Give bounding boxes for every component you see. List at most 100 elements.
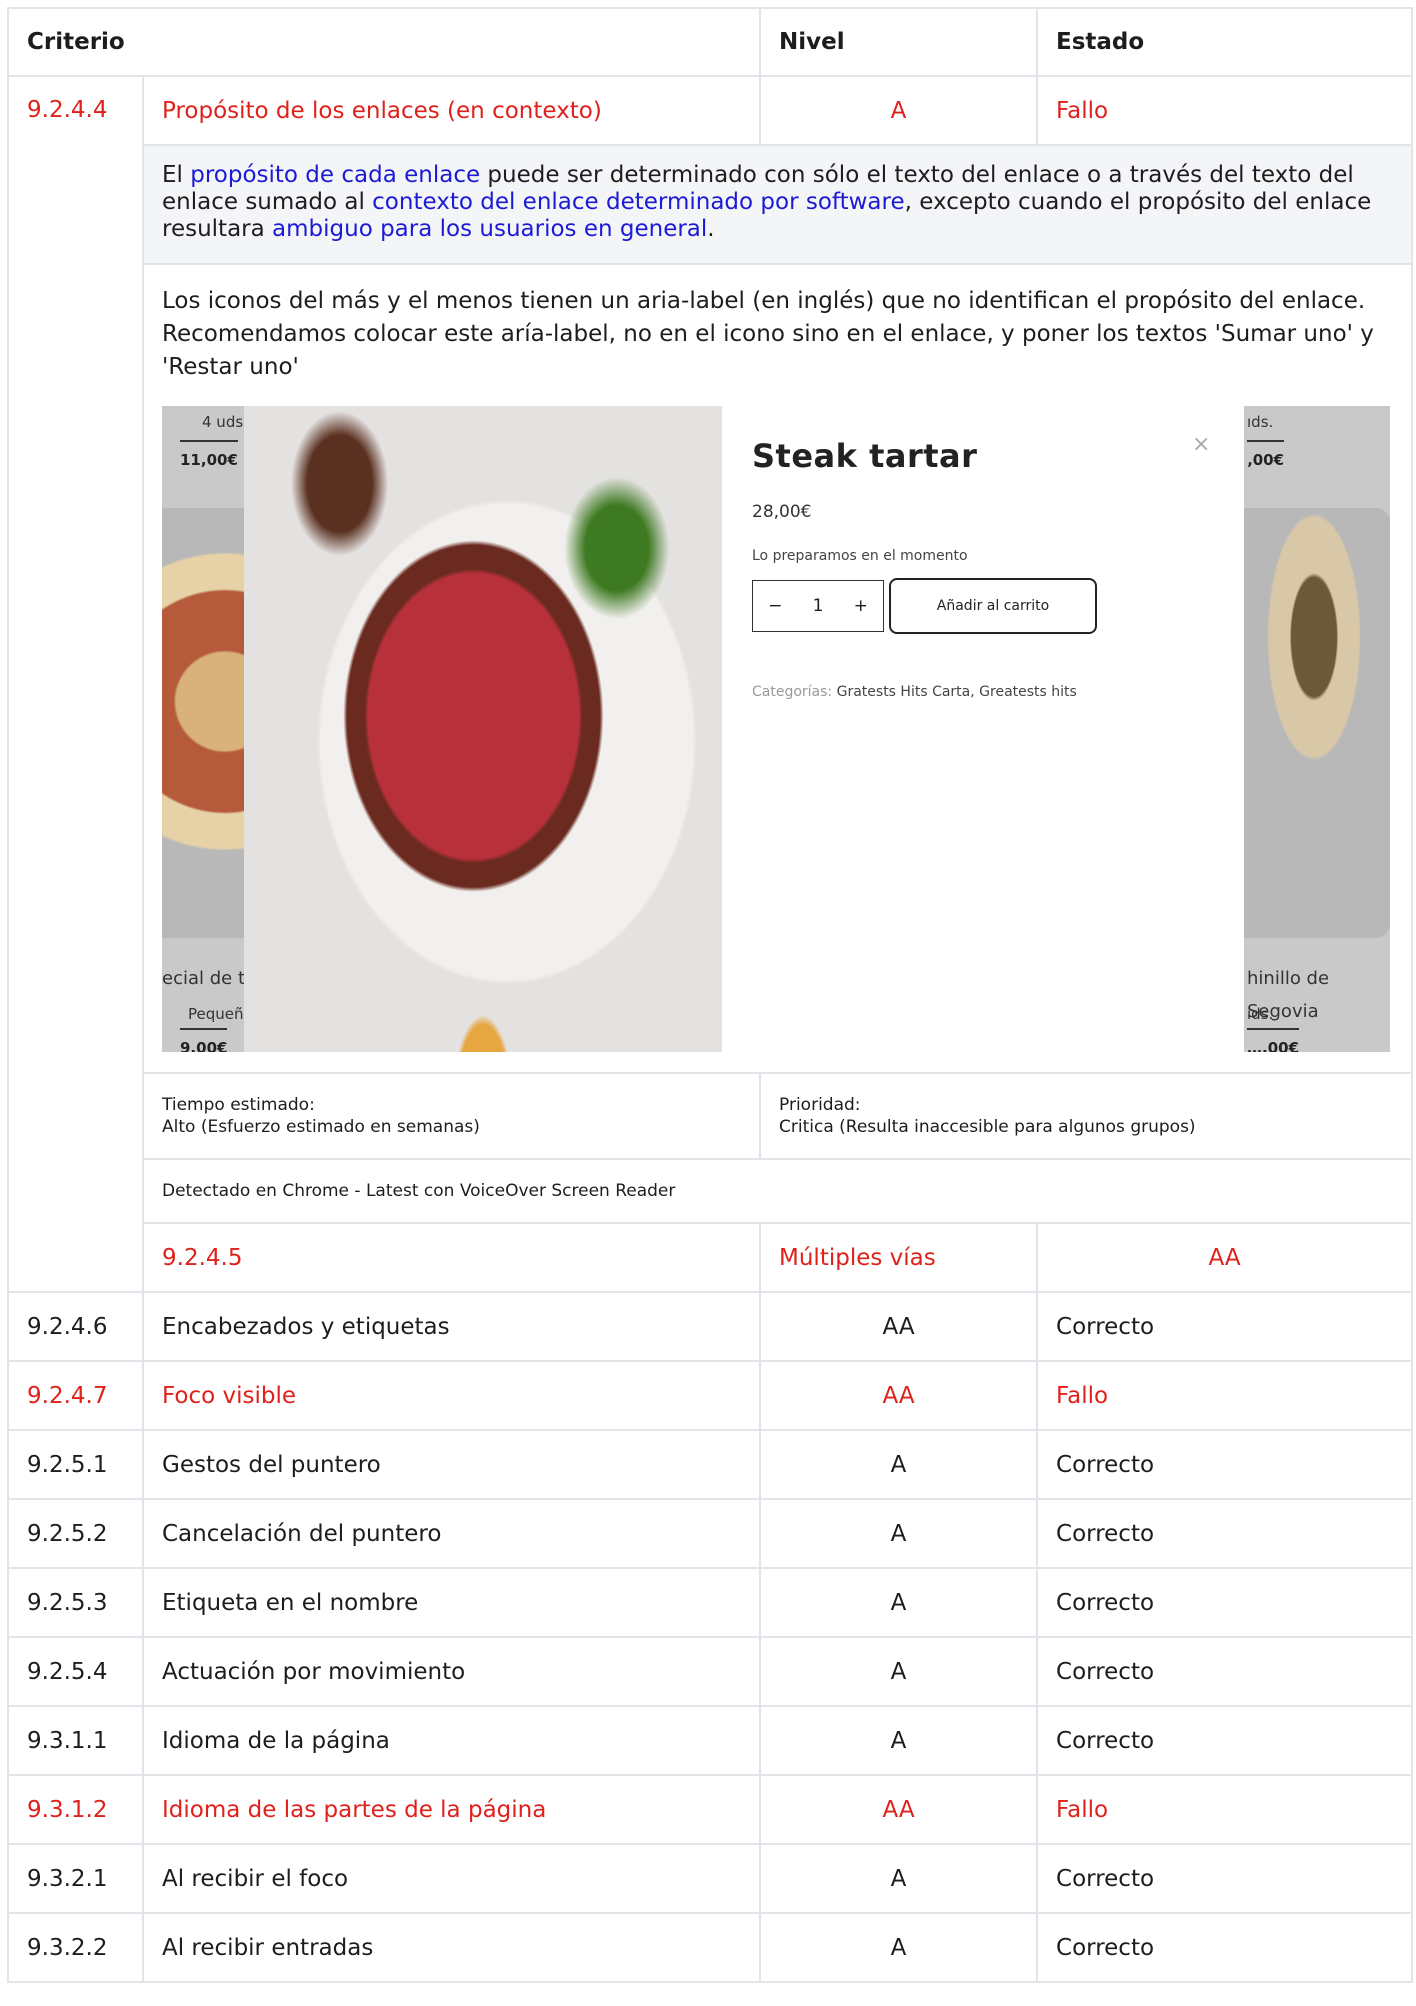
plus-icon[interactable]: + xyxy=(854,590,868,623)
criterion-id: 9.2.5.3 xyxy=(7,1567,144,1638)
header-criterio: Criterio xyxy=(6,7,762,77)
table-row[interactable]: 9.3.1.2 Idioma de las partes de la página… xyxy=(7,1774,1414,1845)
header-nivel: Nivel xyxy=(759,7,1039,77)
criterion-level: A xyxy=(759,1912,1039,1983)
criterion-name[interactable]: Propósito de los enlaces (en contexto) xyxy=(141,75,762,146)
product-title: Steak tartar xyxy=(752,437,978,475)
criterion-name[interactable]: Etiqueta en el nombre xyxy=(141,1567,762,1638)
link-ambiguo[interactable]: ambiguo para los usuarios en general xyxy=(272,216,707,242)
table-row[interactable]: 9.3.2.2 Al recibir entradas A Correcto xyxy=(7,1912,1414,1983)
criteria-table: Criterio Nivel Estado 9.2.4.4 Propósito … xyxy=(6,7,1414,1983)
bg-price-tr: ‚00€ xyxy=(1247,440,1285,477)
product-categories: Categorías: Gratests Hits Carta, Greates… xyxy=(752,676,1077,709)
table-row[interactable]: 9.2.4.7 Foco visible AA Fallo xyxy=(7,1360,1414,1431)
detected-in: Detectado en Chrome - Latest con VoiceOv… xyxy=(141,1158,1414,1224)
criterion-level: AA xyxy=(759,1360,1039,1431)
link-contexto-enlace[interactable]: contexto del enlace determinado por soft… xyxy=(372,189,904,215)
criterion-level: A xyxy=(759,1636,1039,1707)
criterion-level: A xyxy=(759,1843,1039,1914)
close-icon[interactable]: × xyxy=(1192,428,1210,461)
desc-text-4: . xyxy=(707,216,715,242)
table-row[interactable]: 9.2.5.3 Etiqueta en el nombre A Correcto xyxy=(7,1567,1414,1638)
table-row[interactable]: 9.2.4.5Múltiples víasAAFallo xyxy=(8,1222,1414,1293)
criterion-id: 9.2.4.7 xyxy=(7,1360,144,1431)
criterion-id: 9.2.4.6 xyxy=(7,1291,144,1362)
background-pizza-image xyxy=(162,508,252,938)
quantity-stepper: − 1 + xyxy=(752,580,884,632)
criterion-name[interactable]: Actuación por movimiento xyxy=(141,1636,762,1707)
criterion-note-row: Los iconos del más y el menos tienen un … xyxy=(8,263,1414,1074)
table-header: Criterio Nivel Estado xyxy=(6,7,1414,77)
criterion-level: A xyxy=(759,1429,1039,1500)
criterion-id: 9.2.4.5 xyxy=(141,1222,762,1293)
bg-label-tr: ıds. xyxy=(1247,413,1274,431)
categories-label: Categorías: xyxy=(752,684,833,700)
product-subtitle: Lo preparamos en el momento xyxy=(752,548,968,564)
criterion-level: A xyxy=(759,1567,1039,1638)
table-row[interactable]: 9.2.5.4 Actuación por movimiento A Correcto xyxy=(7,1636,1414,1707)
criterion-status: Correcto xyxy=(1036,1843,1414,1914)
table-row[interactable]: 9.2.4.6 Encabezados y etiquetas AA Correcto xyxy=(7,1291,1414,1362)
note-text: Los iconos del más y el menos tienen un … xyxy=(162,288,1374,380)
criterion-name[interactable]: Encabezados y etiquetas xyxy=(141,1291,762,1362)
steak-tartar-photo xyxy=(244,406,722,1052)
desc-text-1: El xyxy=(162,162,191,188)
priority-value: Critica (Resulta inaccesible para alguno… xyxy=(779,1117,1196,1137)
link-proposito-enlace[interactable]: propósito de cada enlace xyxy=(190,162,480,188)
bg-size-br: ıds. xyxy=(1247,1005,1274,1023)
criterion-name[interactable]: Idioma de las partes de la página xyxy=(141,1774,762,1845)
criterion-id: 9.2.5.1 xyxy=(7,1429,144,1500)
bg-size-bl: Pequeñ xyxy=(188,1005,244,1023)
priority: Prioridad: Critica (Resulta inaccesible p… xyxy=(759,1072,1414,1160)
criterion-row-expanded[interactable]: 9.2.4.4 Propósito de los enlaces (en con… xyxy=(7,75,1414,1293)
criterion-id: 9.3.1.1 xyxy=(7,1705,144,1776)
product-price: 28,00€ xyxy=(752,502,812,522)
criterion-meta-row: Tiempo estimado: Alto (Esfuerzo estimado … xyxy=(8,1072,1414,1160)
criterion-id: 9.2.4.4 xyxy=(7,75,144,1293)
criterion-name[interactable]: Al recibir el foco xyxy=(141,1843,762,1914)
criterion-description-row: El propósito de cada enlace puede ser de… xyxy=(8,144,1414,265)
criterion-id: 9.3.2.2 xyxy=(7,1912,144,1983)
estimated-time-value: Alto (Esfuerzo estimado en semanas) xyxy=(162,1117,480,1137)
criterion-name[interactable]: Múltiples vías xyxy=(759,1222,1039,1293)
minus-icon[interactable]: − xyxy=(768,590,782,623)
criterion-status: Correcto xyxy=(1036,1567,1414,1638)
bg-label-bl: ecial de t xyxy=(162,968,246,989)
criterion-status: Fallo xyxy=(1036,1774,1414,1845)
criterion-note: Los iconos del más y el menos tienen un … xyxy=(141,263,1414,1074)
criterion-id: 9.3.2.1 xyxy=(7,1843,144,1914)
criterion-status: Correcto xyxy=(1036,1912,1414,1983)
criterion-level: A xyxy=(759,75,1039,146)
criterion-status: Correcto xyxy=(1036,1705,1414,1776)
criterion-status: Correcto xyxy=(1036,1498,1414,1569)
criterion-name[interactable]: Cancelación del puntero xyxy=(141,1498,762,1569)
add-to-cart-button[interactable]: Añadir al carrito xyxy=(889,578,1097,634)
bg-label-tl: 4 uds xyxy=(202,413,244,431)
criterion-id: 9.2.5.4 xyxy=(7,1636,144,1707)
bg-price-bl: 9,00€ xyxy=(180,1028,228,1052)
criterion-level: AA xyxy=(759,1774,1039,1845)
criterion-name[interactable]: Foco visible xyxy=(141,1360,762,1431)
bg-price-br: …,00€ xyxy=(1247,1028,1300,1052)
estimated-time: Tiempo estimado: Alto (Esfuerzo estimado … xyxy=(141,1072,762,1160)
criterion-level: A xyxy=(759,1498,1039,1569)
criterion-status: Correcto xyxy=(1036,1429,1414,1500)
table-row[interactable]: 9.3.2.1 Al recibir el foco A Correcto xyxy=(7,1843,1414,1914)
priority-label: Prioridad: xyxy=(779,1095,861,1115)
evidence-screenshot: 4 uds 11,00€ ıds. ‚00€ ecial de t Pequeñ… xyxy=(162,406,1390,1052)
categories-links[interactable]: Gratests Hits Carta, Greatests hits xyxy=(837,684,1077,700)
estimated-time-label: Tiempo estimado: xyxy=(162,1095,315,1115)
criterion-name[interactable]: Gestos del puntero xyxy=(141,1429,762,1500)
table-row[interactable]: 9.2.5.2 Cancelación del puntero A Correcto xyxy=(7,1498,1414,1569)
table-row[interactable]: 9.3.1.1 Idioma de la página A Correcto xyxy=(7,1705,1414,1776)
criterion-status: Correcto xyxy=(1036,1636,1414,1707)
criterion-status: Fallo xyxy=(1036,1360,1414,1431)
header-estado: Estado xyxy=(1036,7,1414,77)
quantity-value[interactable]: 1 xyxy=(813,590,824,623)
criterion-description: El propósito de cada enlace puede ser de… xyxy=(141,144,1414,265)
criterion-level: AA xyxy=(759,1291,1039,1362)
criterion-name[interactable]: Idioma de la página xyxy=(141,1705,762,1776)
criterion-detected-row: Detectado en Chrome - Latest con VoiceOv… xyxy=(8,1158,1414,1224)
criterion-name[interactable]: Al recibir entradas xyxy=(141,1912,762,1983)
table-row[interactable]: 9.2.5.1 Gestos del puntero A Correcto xyxy=(7,1429,1414,1500)
